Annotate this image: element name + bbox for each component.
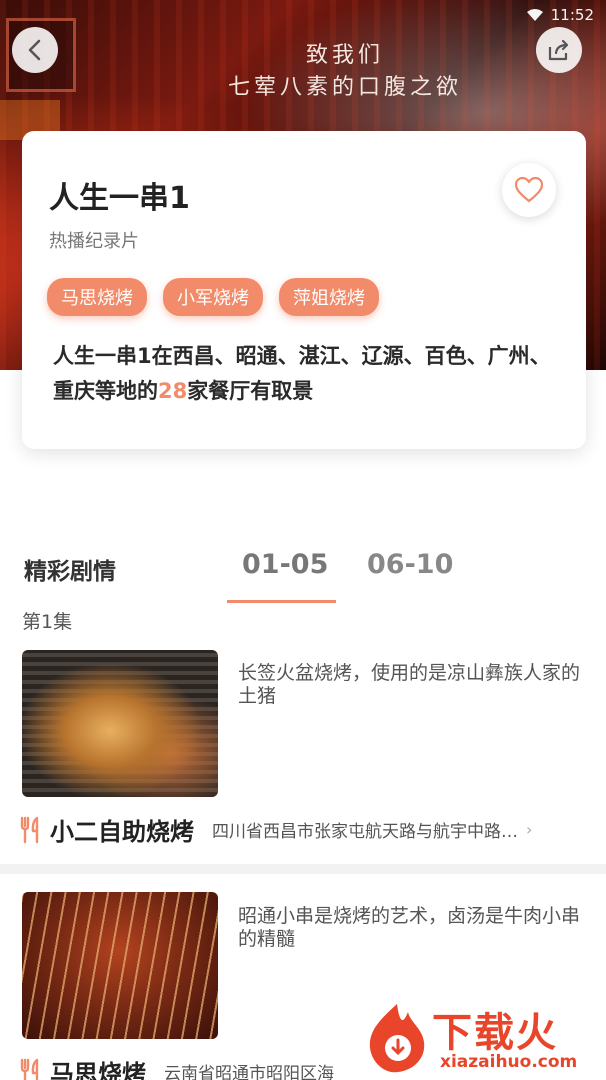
status-bar: 11:52 bbox=[526, 6, 594, 24]
active-tab-indicator bbox=[227, 600, 336, 603]
documentary-title: 人生一串1 bbox=[49, 181, 190, 216]
hero-caption-line2: 七荤八素的口腹之欲 bbox=[227, 75, 462, 100]
tab-episodes-06-10[interactable]: 06-10 bbox=[367, 549, 453, 580]
restaurant-address: 四川省西昌市张家屯航天路与航宇中路… bbox=[212, 822, 518, 842]
watermark-brand: 下载火 bbox=[432, 1010, 558, 1056]
fork-knife-icon bbox=[20, 816, 39, 843]
tag-restaurant[interactable]: 马思烧烤 bbox=[47, 278, 147, 316]
episode-label: 第1集 bbox=[22, 611, 73, 633]
episode-description: 昭通小串是烧烤的艺术，卤汤是牛肉小串的精髓 bbox=[238, 905, 581, 950]
status-time: 11:52 bbox=[550, 6, 594, 24]
tag-restaurant[interactable]: 小军烧烤 bbox=[163, 278, 263, 316]
description-text-end: 家餐厅有取景 bbox=[187, 379, 314, 403]
episode-description: 长签火盆烧烤，使用的是凉山彝族人家的土猪 bbox=[238, 662, 581, 707]
restaurant-row[interactable]: 小二自助烧烤 四川省西昌市张家屯航天路与航宇中路… › bbox=[20, 812, 590, 847]
hero-caption: 致我们 七荤八素的口腹之欲 bbox=[205, 40, 485, 104]
tab-episodes-01-05[interactable]: 01-05 bbox=[242, 549, 328, 580]
section-title: 精彩剧情 bbox=[24, 559, 116, 585]
documentary-description: 人生一串1在西昌、昭通、湛江、辽源、百色、广州、重庆等地的28家餐厅有取景 bbox=[53, 339, 553, 409]
list-divider bbox=[0, 864, 606, 874]
restaurant-tags: 马思烧烤 小军烧烤 萍姐烧烤 bbox=[47, 278, 379, 316]
chevron-right-icon: › bbox=[526, 820, 533, 839]
fork-knife-icon bbox=[20, 1058, 39, 1080]
restaurant-photo[interactable] bbox=[22, 892, 218, 1039]
restaurant-name: 小二自助烧烤 bbox=[50, 818, 194, 846]
chevron-left-icon bbox=[28, 39, 41, 61]
heart-icon bbox=[514, 176, 544, 203]
wifi-icon bbox=[526, 9, 543, 21]
share-icon bbox=[548, 39, 569, 61]
watermark: 下载火 xiazaihuo.com bbox=[362, 1000, 606, 1080]
watermark-url: xiazaihuo.com bbox=[440, 1052, 578, 1072]
hero-caption-line1: 致我们 bbox=[305, 43, 384, 68]
restaurant-count: 28 bbox=[158, 379, 188, 403]
tag-restaurant[interactable]: 萍姐烧烤 bbox=[279, 278, 379, 316]
documentary-info-card: 人生一串1 热播纪录片 马思烧烤 小军烧烤 萍姐烧烤 人生一串1在西昌、昭通、湛… bbox=[22, 131, 586, 449]
restaurant-name: 马思烧烤 bbox=[50, 1060, 146, 1080]
share-button[interactable] bbox=[536, 27, 582, 73]
restaurant-address: 云南省昭通市昭阳区海 bbox=[164, 1064, 334, 1080]
documentary-subtitle: 热播纪录片 bbox=[49, 231, 139, 252]
back-button[interactable] bbox=[12, 27, 58, 73]
restaurant-photo[interactable] bbox=[22, 650, 218, 797]
flame-logo-icon bbox=[369, 1004, 425, 1073]
favorite-button[interactable] bbox=[502, 163, 556, 217]
